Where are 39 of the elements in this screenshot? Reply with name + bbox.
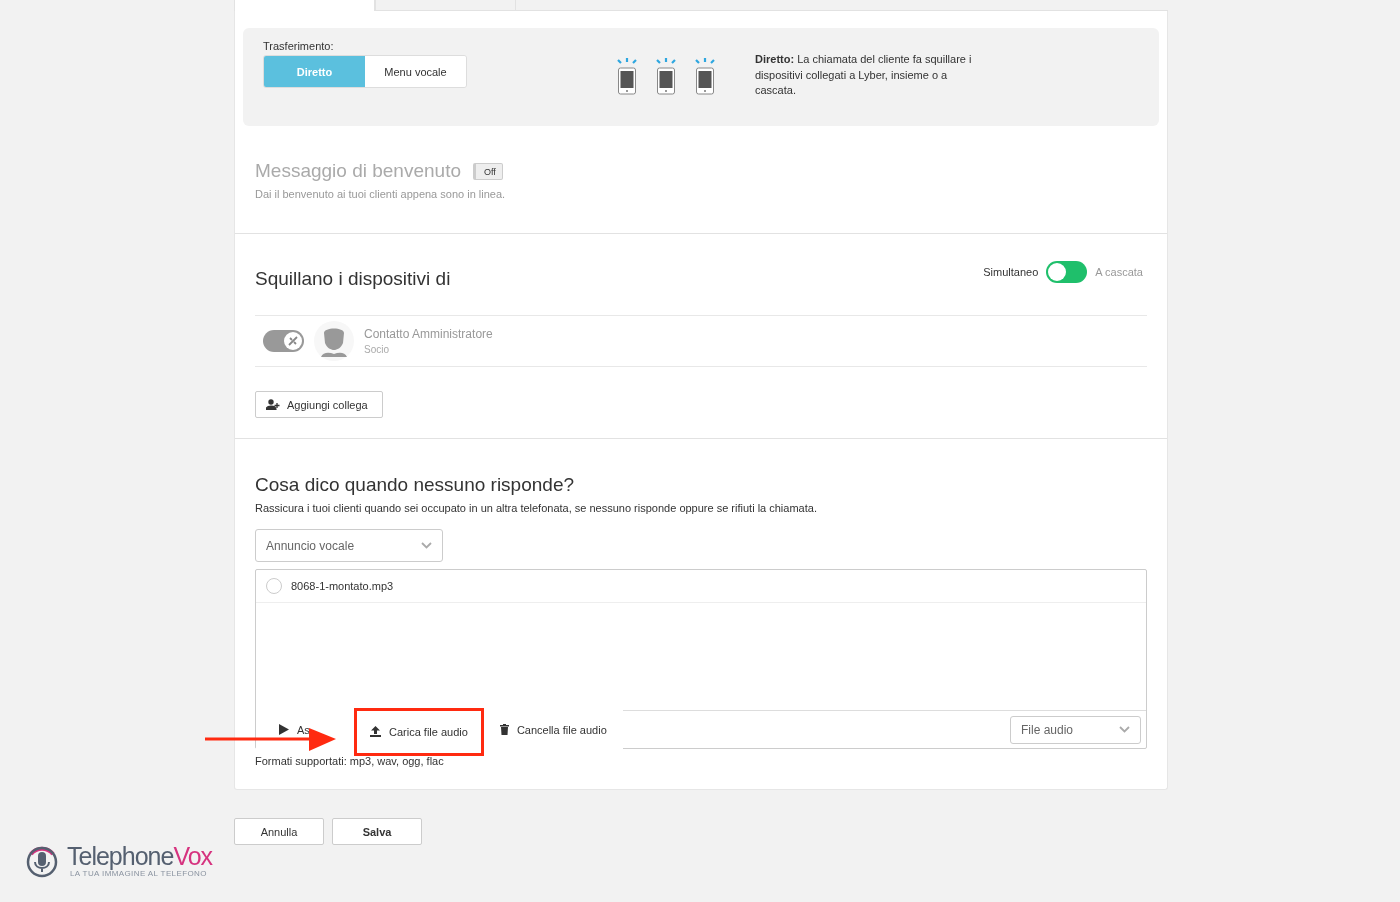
ringing-phone-icon xyxy=(693,55,717,95)
ringing-phone-icon xyxy=(615,55,639,95)
save-button[interactable]: Salva xyxy=(332,818,422,845)
add-user-icon xyxy=(266,399,280,410)
transfer-description: Diretto: La chiamata del cliente fa squillare i dispositivi collegati a Lyber, insieme o a cascata. xyxy=(755,52,973,98)
logo-wordmark: TelephoneVox xyxy=(67,843,213,869)
formats-note: Formati supportati: mp3, wav, ogg, flac xyxy=(255,755,445,767)
transfer-label: Trasferimento: xyxy=(263,40,335,52)
message-type-select[interactable]: Annuncio vocale xyxy=(255,529,443,562)
welcome-subtitle: Dai il benvenuto ai tuoi clienti appena sono in linea. xyxy=(255,188,507,200)
chevron-down-icon xyxy=(1119,726,1130,733)
transfer-option[interactable]: Menu vocale xyxy=(365,56,466,87)
mode-label: A cascata xyxy=(1095,266,1143,278)
no-answer-description: Rassicura i tuoi clienti quando sei occupato in un altra telefonata, se nessuno risponde oppure se rifiuti la chiamata. xyxy=(255,502,818,514)
tab[interactable] xyxy=(375,0,516,11)
ringing-phone-icon xyxy=(654,55,678,95)
avatar xyxy=(314,321,354,361)
phone-off-icon xyxy=(284,332,302,350)
ring-title: Squillano i dispositivi di xyxy=(255,268,451,291)
upload-icon xyxy=(370,726,381,737)
welcome-title: Messaggio di benvenuto xyxy=(255,160,461,182)
tab[interactable] xyxy=(234,0,375,11)
file-radio[interactable] xyxy=(266,578,282,594)
contact-role: Socio xyxy=(364,344,390,355)
welcome-toggle[interactable]: Off xyxy=(473,162,503,180)
trash-icon xyxy=(499,724,509,735)
ring-mode-switch[interactable] xyxy=(1046,261,1088,283)
add-colleague-button[interactable]: Aggiungi collega xyxy=(255,391,383,418)
audio-source-select[interactable]: File audio xyxy=(1010,715,1141,744)
contact-mute-toggle[interactable] xyxy=(263,330,304,352)
cancel-button[interactable]: Annulla xyxy=(234,818,324,845)
file-name: 8068-1-montato.mp3 xyxy=(291,580,394,592)
mode-label: Simultaneo xyxy=(983,266,1039,278)
contact-name: Contatto Amministratore xyxy=(364,327,493,341)
play-icon xyxy=(279,724,289,735)
no-answer-title: Cosa dico quando nessuno risponde? xyxy=(255,474,575,496)
chevron-down-icon xyxy=(421,542,432,549)
logo-tagline: LA TUA IMMAGINE AL TELEFONO xyxy=(70,869,208,878)
upload-button[interactable]: Carica file audio xyxy=(354,707,484,756)
